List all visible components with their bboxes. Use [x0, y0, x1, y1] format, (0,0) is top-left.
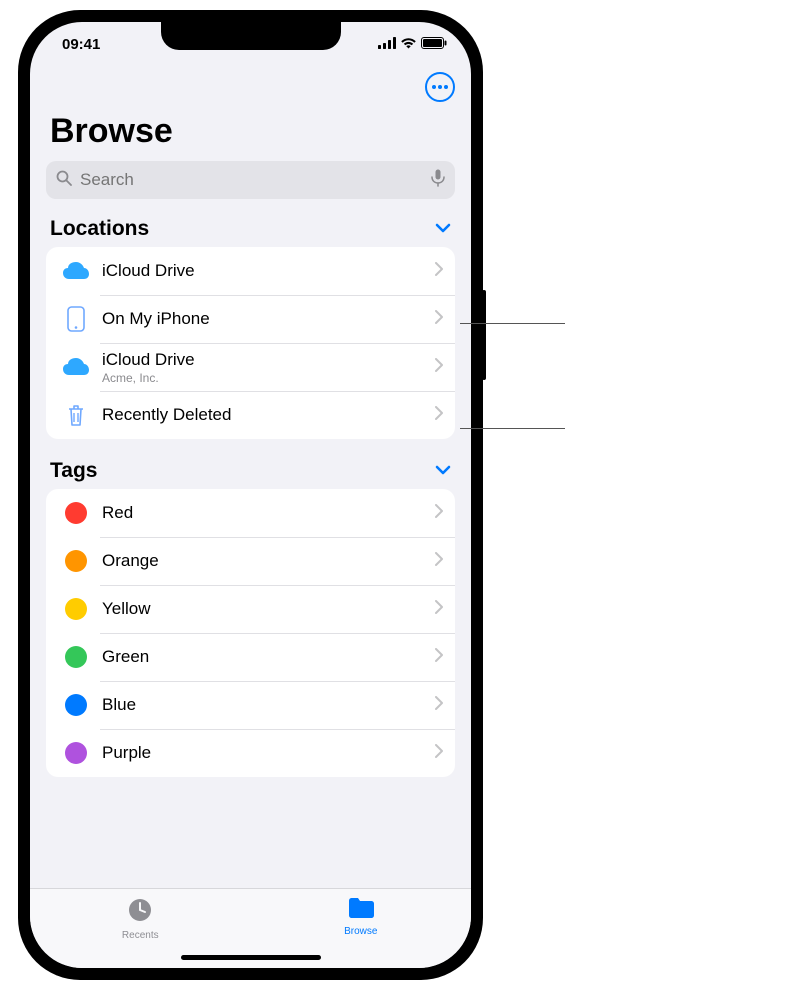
wifi-icon: [400, 36, 417, 53]
callout-line: [460, 428, 565, 429]
row-label: On My iPhone: [102, 309, 435, 329]
row-sublabel: Acme, Inc.: [102, 371, 435, 385]
tag-dot-icon: [60, 502, 92, 524]
tag-dot-icon: [60, 646, 92, 668]
row-label: iCloud Drive: [102, 350, 435, 370]
tab-label: Browse: [344, 926, 377, 937]
phone-frame: 09:41 Browse: [18, 10, 483, 980]
status-right: [378, 36, 447, 53]
locations-header[interactable]: Locations: [30, 217, 471, 247]
tags-header[interactable]: Tags: [30, 459, 471, 489]
tag-dot-icon: [60, 598, 92, 620]
row-label: Yellow: [102, 599, 435, 619]
tag-dot-icon: [60, 742, 92, 764]
search-icon: [56, 170, 72, 191]
more-button[interactable]: [425, 72, 455, 102]
ellipsis-icon: [432, 85, 448, 89]
tag-row[interactable]: Blue: [46, 681, 455, 729]
chevron-down-icon: [435, 462, 451, 480]
trash-icon: [60, 403, 92, 427]
icloud-icon: [60, 261, 92, 281]
content-area: Locations iCloud Drive On M: [30, 217, 471, 888]
chevron-right-icon: [435, 406, 443, 425]
screen: 09:41 Browse: [30, 22, 471, 968]
iphone-icon: [60, 306, 92, 332]
tags-title: Tags: [50, 459, 97, 483]
chevron-right-icon: [435, 358, 443, 377]
chevron-right-icon: [435, 262, 443, 281]
callout-line: [460, 323, 565, 324]
row-label: Purple: [102, 743, 435, 763]
search-bar[interactable]: [46, 161, 455, 199]
chevron-right-icon: [435, 504, 443, 523]
location-row-icloud-work[interactable]: iCloud Drive Acme, Inc.: [46, 343, 455, 391]
chevron-right-icon: [435, 552, 443, 571]
location-row-recently-deleted[interactable]: Recently Deleted: [46, 391, 455, 439]
row-label: Red: [102, 503, 435, 523]
power-button: [482, 290, 486, 380]
icloud-icon: [60, 357, 92, 377]
tag-row[interactable]: Orange: [46, 537, 455, 585]
chevron-right-icon: [435, 744, 443, 763]
mic-icon[interactable]: [431, 169, 445, 192]
tag-row[interactable]: Red: [46, 489, 455, 537]
row-label: Orange: [102, 551, 435, 571]
chevron-right-icon: [435, 696, 443, 715]
chevron-right-icon: [435, 600, 443, 619]
cellular-icon: [378, 36, 396, 53]
notch: [161, 22, 341, 50]
row-label: Green: [102, 647, 435, 667]
chevron-right-icon: [435, 310, 443, 329]
page-title: Browse: [30, 106, 471, 157]
location-row-on-my-iphone[interactable]: On My iPhone: [46, 295, 455, 343]
tag-row[interactable]: Purple: [46, 729, 455, 777]
tab-label: Recents: [122, 930, 159, 941]
tag-dot-icon: [60, 694, 92, 716]
location-row-icloud[interactable]: iCloud Drive: [46, 247, 455, 295]
battery-icon: [421, 36, 447, 53]
row-label: Blue: [102, 695, 435, 715]
tag-row[interactable]: Green: [46, 633, 455, 681]
nav-header: [30, 66, 471, 106]
row-label: Recently Deleted: [102, 405, 435, 425]
folder-icon: [347, 897, 375, 924]
search-input[interactable]: [80, 170, 423, 190]
clock-icon: [127, 897, 153, 928]
home-indicator[interactable]: [181, 955, 321, 960]
locations-card: iCloud Drive On My iPhone iCloud Driv: [46, 247, 455, 439]
status-time: 09:41: [62, 36, 100, 53]
chevron-right-icon: [435, 648, 443, 667]
tag-row[interactable]: Yellow: [46, 585, 455, 633]
tags-card: Red Orange Yellow Green: [46, 489, 455, 777]
tag-dot-icon: [60, 550, 92, 572]
chevron-down-icon: [435, 220, 451, 238]
locations-title: Locations: [50, 217, 149, 241]
row-label: iCloud Drive: [102, 261, 435, 281]
